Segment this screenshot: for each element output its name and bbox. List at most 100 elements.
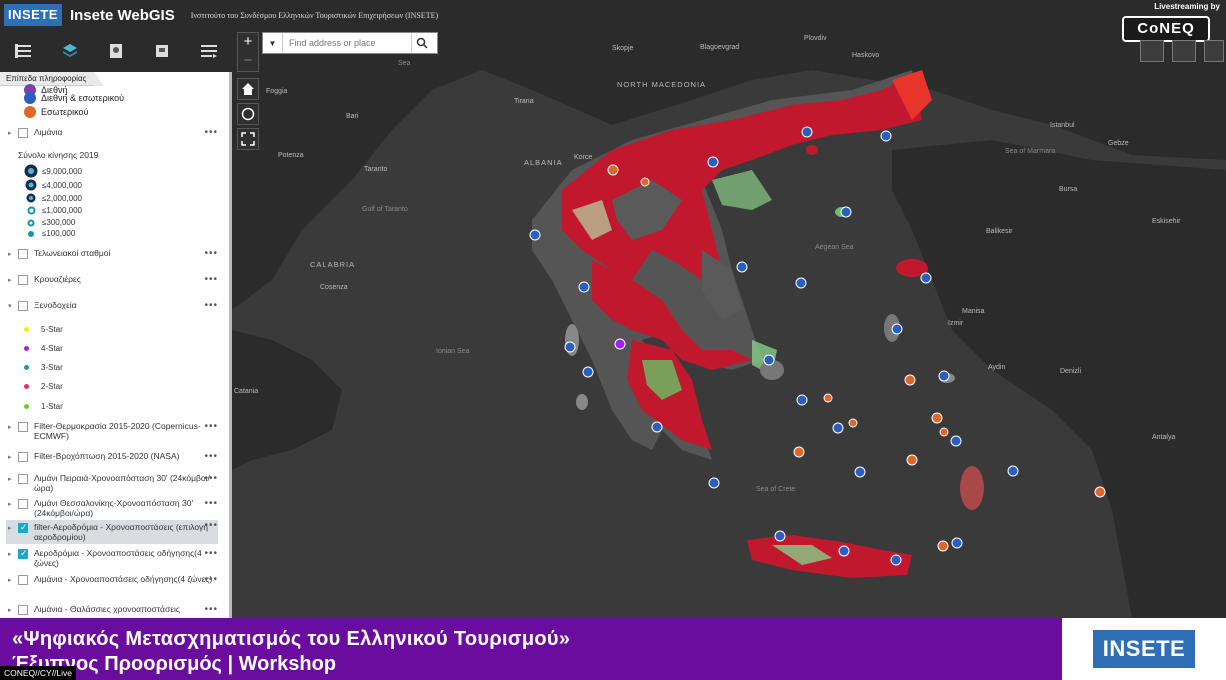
- layer-airport-drive-times[interactable]: ▸ Αεροδρόμια - Χρονοαποστάσεις οδήγησης(…: [8, 548, 218, 568]
- more-options-icon[interactable]: •••: [204, 127, 218, 138]
- layer-ports[interactable]: ▸ Λιμάνια •••: [8, 127, 218, 138]
- zoom-control: + −: [237, 32, 259, 72]
- list-icon[interactable]: [11, 39, 35, 63]
- map-label: Balikesir: [986, 228, 1013, 235]
- layer-hotels[interactable]: ▾ Ξενοδοχεία •••: [8, 300, 218, 311]
- expand-caret-icon[interactable]: ▸: [8, 453, 16, 461]
- expand-caret-icon[interactable]: ▸: [8, 606, 16, 614]
- map-label: Denizli: [1060, 368, 1082, 375]
- fullscreen-button[interactable]: [237, 128, 259, 150]
- search-input[interactable]: [283, 34, 411, 52]
- layer-checkbox[interactable]: [18, 452, 28, 462]
- layer-rainfall[interactable]: ▸ Filter-Βροχόπτωση 2015-2020 (NASA) •••: [8, 451, 218, 462]
- star-label: 3-Star: [41, 363, 63, 372]
- expand-caret-icon[interactable]: ▸: [8, 250, 16, 258]
- share-button[interactable]: [1172, 40, 1196, 62]
- layer-checkbox[interactable]: [18, 128, 28, 138]
- layer-checkbox[interactable]: [18, 548, 28, 559]
- layer-label: Filter-Βροχόπτωση 2015-2020 (NASA): [34, 451, 180, 461]
- layer-checkbox[interactable]: [18, 605, 28, 615]
- basemap-button[interactable]: [1140, 40, 1164, 62]
- layer-cruises[interactable]: ▸ Κρουαζιέρες •••: [8, 274, 218, 285]
- map-canvas[interactable]: [232, 30, 1226, 618]
- overview-button[interactable]: [1204, 40, 1224, 62]
- expand-caret-icon[interactable]: ▸: [8, 129, 16, 137]
- print-icon[interactable]: [150, 39, 174, 63]
- expand-caret-icon[interactable]: ▸: [8, 500, 16, 508]
- legend-label: Εσωτερικού: [41, 107, 89, 117]
- expand-caret-icon[interactable]: ▸: [8, 423, 16, 431]
- map-label: NORTH MACEDONIA: [617, 80, 705, 89]
- header-bar: INSETE Insete WebGIS Ινστιτούτο του Συνδ…: [0, 0, 1226, 30]
- search-widget: ▼: [262, 32, 438, 54]
- layer-checkbox[interactable]: [18, 249, 28, 259]
- star-legend-row: 4-Star: [24, 344, 63, 353]
- expand-caret-icon[interactable]: ▸: [8, 276, 16, 284]
- more-options-icon[interactable]: •••: [204, 248, 218, 259]
- layer-checkbox[interactable]: [18, 522, 28, 533]
- star-legend-row: 2-Star: [24, 382, 63, 391]
- search-button[interactable]: [411, 33, 431, 53]
- layer-customs[interactable]: ▸ Τελωνειακοί σταθμοί •••: [8, 248, 218, 259]
- expand-caret-icon[interactable]: ▾: [8, 302, 16, 310]
- more-options-icon[interactable]: •••: [204, 473, 218, 484]
- map-label: Plovdiv: [804, 35, 827, 42]
- expand-caret-icon[interactable]: ▸: [8, 576, 16, 584]
- layer-checkbox[interactable]: [18, 474, 28, 484]
- map-label: Taranto: [364, 166, 388, 173]
- layer-port-drive-times[interactable]: ▸ Λιμάνια - Χρονοαποστάσεις οδήγησης(4 ζ…: [8, 574, 218, 585]
- layer-label: filter-Αεροδρόμια - Χρονοαποστάσεις (επι…: [34, 522, 209, 542]
- more-options-icon[interactable]: •••: [204, 300, 218, 311]
- zoom-in-button[interactable]: +: [238, 33, 258, 52]
- zoom-out-button[interactable]: −: [238, 52, 258, 71]
- layer-sea-times[interactable]: ▸ Λιμάνια - Θαλάσσιες χρονοαποστάσεις ••…: [8, 604, 218, 615]
- size-legend-label: ≤4,000,000: [42, 180, 82, 190]
- dot-icon: [24, 346, 29, 351]
- insete-banner-logo: INSETE: [1062, 618, 1226, 680]
- search-source-dropdown[interactable]: ▼: [263, 33, 283, 53]
- more-options-icon[interactable]: •••: [204, 274, 218, 285]
- size-legend-label: ≤100,000: [42, 229, 76, 238]
- star-label: 4-Star: [41, 344, 63, 353]
- layer-piraeus-isochrone[interactable]: ▸ Λιμάνι Πειραιά-Χρονοαπόσταση 30' (24κό…: [8, 473, 218, 493]
- more-options-icon[interactable]: •••: [204, 548, 218, 559]
- more-options-icon[interactable]: •••: [204, 498, 218, 509]
- expand-caret-icon[interactable]: ▸: [8, 550, 16, 558]
- layer-label: Filter-Θερμοκρασία 2015-2020 (Copernicus…: [34, 421, 201, 441]
- legend-icon[interactable]: [104, 39, 128, 63]
- search-icon: [416, 37, 428, 49]
- layer-checkbox[interactable]: [18, 275, 28, 285]
- layer-checkbox[interactable]: [18, 499, 28, 509]
- map-label: Bursa: [1059, 186, 1078, 193]
- layer-checkbox[interactable]: [18, 301, 28, 311]
- expand-caret-icon[interactable]: ▸: [8, 475, 16, 483]
- more-options-icon[interactable]: •••: [204, 421, 218, 432]
- locate-button[interactable]: [237, 103, 259, 125]
- expand-caret-icon[interactable]: ▸: [8, 524, 16, 532]
- map-label: Bari: [346, 113, 359, 120]
- more-options-icon[interactable]: •••: [204, 604, 218, 615]
- layer-temperature[interactable]: ▸ Filter-Θερμοκρασία 2015-2020 (Copernic…: [8, 421, 218, 441]
- map-label: Izmir: [948, 320, 964, 327]
- layers-icon[interactable]: [58, 39, 82, 63]
- home-button[interactable]: [237, 78, 259, 100]
- airplane-icon: [24, 106, 36, 118]
- more-options-icon[interactable]: •••: [204, 451, 218, 462]
- star-label: 1-Star: [41, 402, 63, 411]
- map-label: Manisa: [962, 308, 985, 315]
- layer-label: Λιμάνια - Χρονοαποστάσεις οδήγησης(4 ζών…: [34, 574, 213, 584]
- layer-thessaloniki-isochrone[interactable]: ▸ Λιμάνι Θεσσαλονίκης-Χρονοαπόσταση 30' …: [8, 498, 218, 518]
- more-options-icon[interactable]: •••: [204, 574, 218, 585]
- stream-credit: CONEQ//CY//Live: [0, 666, 77, 680]
- map-label: Aegean Sea: [815, 244, 854, 251]
- panel-toolbar: [0, 30, 232, 72]
- layer-checkbox[interactable]: [18, 575, 28, 585]
- menu-icon[interactable]: [197, 39, 221, 63]
- more-options-icon[interactable]: •••: [204, 520, 218, 531]
- layer-checkbox[interactable]: [18, 422, 28, 432]
- star-label: 2-Star: [41, 382, 63, 391]
- layer-label: Ξενοδοχεία: [34, 300, 77, 310]
- map-view[interactable]: Sea Skopje Blagoevgrad Plovdiv Haskovo N…: [232, 30, 1226, 618]
- layer-airport-filter[interactable]: ▸ filter-Αεροδρόμια - Χρονοαποστάσεις (ε…: [6, 520, 218, 544]
- layer-label: Τελωνειακοί σταθμοί: [34, 248, 111, 258]
